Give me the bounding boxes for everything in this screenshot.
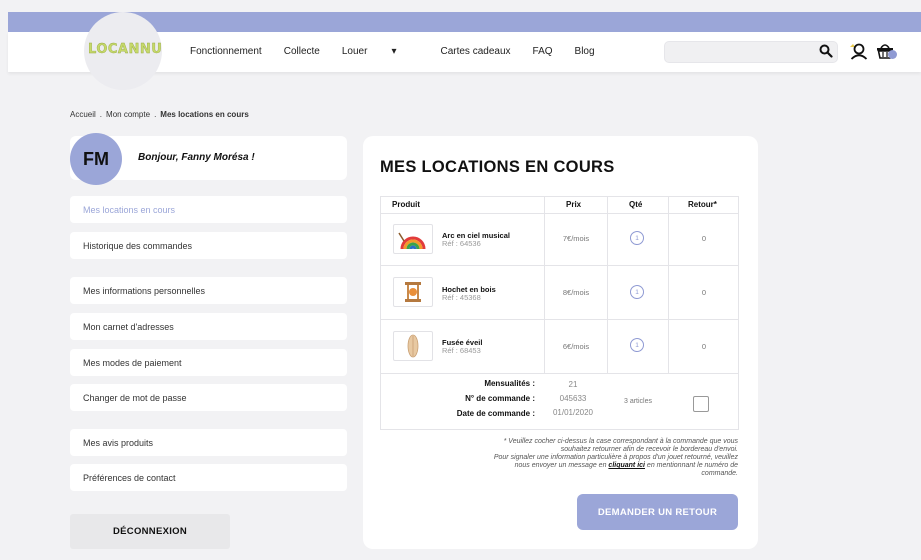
search-icon[interactable] — [819, 44, 833, 63]
summary-value-mensualites: 21 — [568, 380, 578, 389]
nav-louer-label: Louer — [341, 46, 368, 57]
contact-link[interactable]: cliquant ici — [608, 462, 645, 469]
note-line: commande. — [701, 470, 738, 477]
nav-louer[interactable]: Louer ▾ — [342, 46, 419, 57]
product-thumbnail-rattle[interactable] — [393, 277, 433, 307]
table-divider — [380, 265, 739, 266]
product-thumbnail-rainbow[interactable] — [393, 224, 433, 254]
summary-value-commande: 045633 — [559, 394, 587, 403]
sidebar-item-paiement[interactable]: Mes modes de paiement — [70, 349, 347, 376]
product-ref: Réf : 64536 — [442, 239, 481, 248]
product-price: 7€/mois — [562, 234, 590, 243]
summary-value-date: 01/01/2020 — [552, 408, 594, 417]
cart-badge — [888, 50, 897, 59]
sidebar-item-mot-de-passe[interactable]: Changer de mot de passe — [70, 384, 347, 411]
quantity-badge: 1 — [630, 231, 644, 245]
nav-faq[interactable]: FAQ — [533, 46, 553, 57]
column-header-produit: Produit — [392, 200, 420, 209]
nav-fonctionnement[interactable]: Fonctionnement — [190, 46, 262, 57]
logo[interactable]: LOCANNU — [88, 42, 162, 57]
product-thumbnail-rocket[interactable] — [393, 331, 433, 361]
sidebar-item-informations[interactable]: Mes informations personnelles — [70, 277, 347, 304]
breadcrumb-account[interactable]: Mon compte — [106, 110, 150, 119]
search-input[interactable] — [665, 42, 805, 63]
breadcrumb-current: Mes locations en cours — [160, 110, 249, 119]
breadcrumb: Accueil. Mon compte. Mes locations en cour… — [70, 110, 249, 119]
greeting-text: Bonjour, Fanny Morésa ! — [138, 152, 255, 163]
search-bar — [664, 41, 838, 63]
sidebar-item-adresses[interactable]: Mon carnet d'adresses — [70, 313, 347, 340]
breadcrumb-separator: . — [154, 110, 157, 119]
product-ref: Réf : 68453 — [442, 346, 481, 355]
column-header-retour: Retour* — [688, 200, 717, 209]
chevron-down-icon: ▾ — [391, 46, 397, 57]
quantity-badge: 1 — [630, 338, 644, 352]
articles-count: 3 articles — [623, 398, 652, 405]
summary-label-mensualites: Mensualités : — [484, 379, 535, 388]
summary-label-date: Date de commande : — [456, 409, 535, 418]
user-account-icon[interactable] — [849, 42, 869, 65]
request-return-button[interactable]: DEMANDER UN RETOUR — [577, 494, 738, 530]
product-price: 8€/mois — [562, 288, 590, 297]
logout-button[interactable]: DÉCONNEXION — [70, 514, 230, 549]
summary-label-commande: N° de commande : — [465, 394, 535, 403]
return-count: 0 — [701, 288, 707, 297]
sidebar-item-historique[interactable]: Historique des commandes — [70, 232, 347, 259]
nav-blog[interactable]: Blog — [575, 46, 595, 57]
sidebar-item-avis[interactable]: Mes avis produits — [70, 429, 347, 456]
table-divider — [380, 213, 739, 214]
note-text: nous envoyer un message en — [514, 462, 609, 469]
column-header-qte: Qté — [629, 200, 643, 209]
nav-cartes-cadeaux[interactable]: Cartes cadeaux — [440, 46, 510, 57]
breadcrumb-separator: . — [99, 110, 103, 119]
table-divider — [380, 373, 739, 374]
sidebar-item-preferences[interactable]: Préférences de contact — [70, 464, 347, 491]
product-ref: Réf : 45368 — [442, 293, 481, 302]
table-divider — [607, 196, 608, 374]
breadcrumb-home[interactable]: Accueil — [70, 110, 96, 119]
table-divider — [380, 319, 739, 320]
return-checkbox[interactable] — [693, 396, 709, 412]
note-text: en mentionnant le numéro de — [644, 462, 738, 469]
sidebar-item-locations[interactable]: Mes locations en cours — [70, 196, 347, 223]
return-count: 0 — [701, 234, 707, 243]
avatar: FM — [70, 133, 122, 185]
quantity-badge: 1 — [630, 285, 644, 299]
main-nav: Fonctionnement Collecte Louer ▾ Cartes ca… — [190, 46, 617, 57]
return-count: 0 — [701, 342, 707, 351]
nav-collecte[interactable]: Collecte — [284, 46, 320, 57]
column-header-prix: Prix — [566, 200, 582, 209]
table-divider — [668, 196, 669, 374]
product-price: 6€/mois — [562, 342, 590, 351]
page-title: MES LOCATIONS EN COURS — [380, 158, 615, 176]
